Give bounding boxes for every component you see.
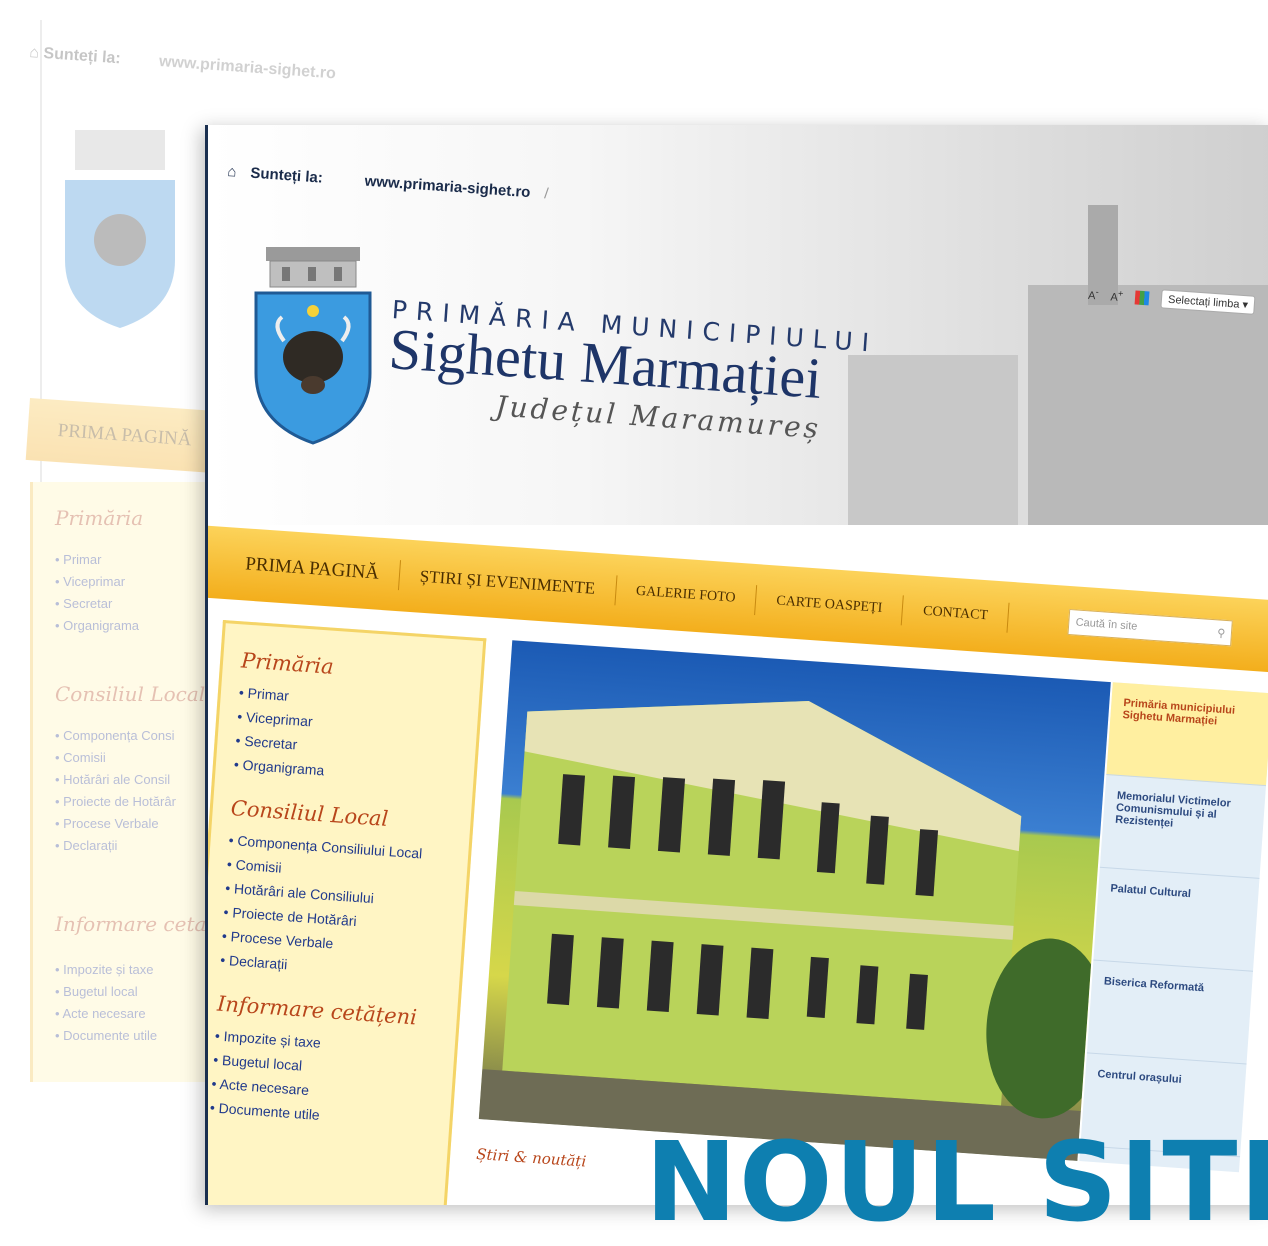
browser-window: ⌂ Sunteți la: www.primaria-sighet.ro / P… [205,125,1268,1205]
back-heading: Consiliul Local [55,682,206,706]
back-link: Documente utile [55,1028,157,1043]
back-sidebar: Primăria Primar Viceprimar Secretar Orga… [30,482,213,1082]
home-icon[interactable]: ⌂ [227,163,237,181]
nav-galerie[interactable]: GALERIE FOTO [614,575,758,616]
back-link: Organigrama [55,618,139,633]
back-link: Primar [55,552,139,567]
back-link: Declarații [55,838,176,853]
sidebar-heading: Primăria [240,648,335,679]
gallery-item[interactable]: Biserica Reformată [1086,960,1253,1065]
home-icon: ⌂ [28,44,40,62]
building-silhouette [1028,285,1268,525]
gallery-item[interactable]: Memorialul Victimelor Comunismului și al… [1099,774,1266,879]
left-sidebar: Primăria Primar Viceprimar Secretar Orga… [208,620,487,1205]
back-heading: Informare ceta [55,912,207,936]
back-nav-item: PRIMA PAGINĂ [57,420,193,451]
featured-photo[interactable] [478,640,1111,1161]
font-decrease-button[interactable]: A- [1088,286,1099,302]
search-input[interactable]: Caută în site ⚲ [1067,609,1234,647]
back-navbar: PRIMA PAGINĂ [25,398,220,474]
back-heading: Primăria [55,506,144,530]
town-hall-image [478,701,1107,1161]
back-link: Procese Verbale [55,816,176,831]
banner-title: NOUL SITE [645,1118,1268,1246]
back-link: Proiecte de Hotărâr [55,794,176,809]
sidebar-heading: Informare cetățeni [216,991,418,1030]
search-placeholder: Caută în site [1075,616,1138,633]
news-heading: Știri & noutăți [475,1144,587,1171]
gallery-list: Primăria municipiului Sighetu Marmației … [1079,682,1268,1173]
window-edge [40,20,42,1080]
search-icon[interactable]: ⚲ [1217,626,1226,640]
font-increase-button[interactable]: A+ [1110,287,1124,304]
nav-prima-pagina[interactable]: PRIMA PAGINĂ [224,548,401,591]
sidebar-heading: Consiliul Local [230,796,390,831]
gallery-item[interactable]: Primăria municipiului Sighetu Marmației [1106,682,1268,787]
breadcrumb-url: www.primaria-sighet.ro [158,53,337,83]
back-link: Impozite și taxe [55,962,157,977]
back-link: Bugetul local [55,984,157,999]
back-link: Viceprimar [55,574,139,589]
back-link: Comisii [55,750,176,765]
translate-icon [1134,289,1150,305]
gallery-item[interactable]: Palatul Cultural [1093,867,1260,972]
breadcrumb: ⌂ Sunteți la: www.primaria-sighet.ro [29,44,337,83]
nav-stiri[interactable]: ȘTIRI ȘI EVENIMENTE [398,560,618,606]
breadcrumb-label: Sunteți la: [42,44,122,68]
nav-carte-oaspeti[interactable]: CARTE OASPEȚI [755,585,905,626]
back-link: Componența Consi [55,728,176,743]
coat-of-arms [254,247,372,445]
nav-contact[interactable]: CONTACT [902,595,1010,633]
back-link: Acte necesare [55,1006,157,1021]
back-link: Secretar [55,596,139,611]
coat-of-arms [65,130,175,328]
back-link: Hotărâri ale Consil [55,772,176,787]
